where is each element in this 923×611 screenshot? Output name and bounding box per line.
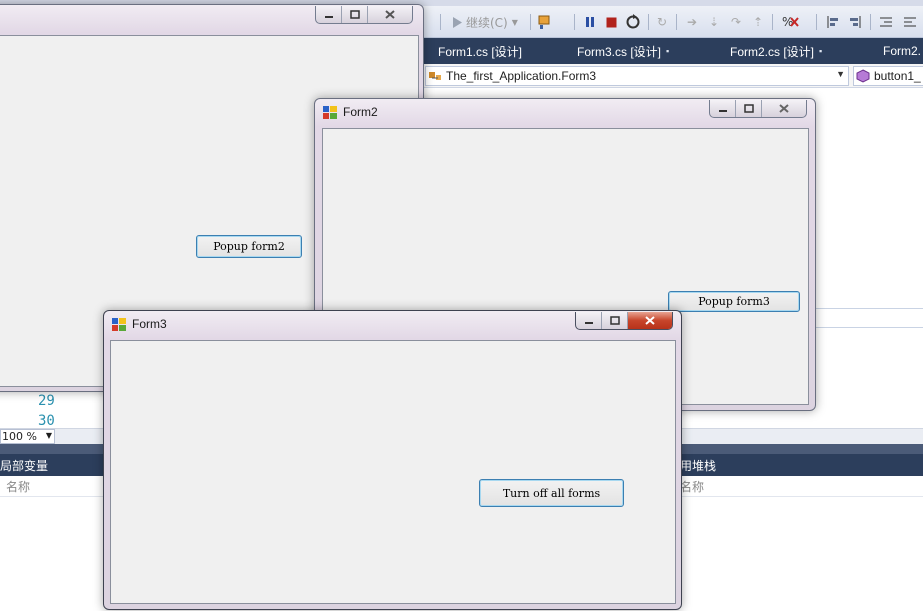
caption-buttons	[315, 6, 413, 24]
step-out-icon[interactable]: ↷	[728, 13, 744, 31]
form3-window[interactable]: Form3 Turn off all forms	[103, 310, 682, 610]
tab-form3-design[interactable]: Form3.cs [设计] ▪	[577, 38, 669, 64]
form-app-icon	[112, 318, 126, 331]
indent-icon[interactable]	[878, 13, 894, 31]
line-number: 29	[38, 393, 55, 409]
continue-label: 继续(C)	[466, 15, 508, 30]
stop-icon[interactable]	[603, 13, 619, 31]
divider	[800, 308, 923, 309]
toolbar-separator	[676, 14, 677, 30]
tab-form2-design[interactable]: Form2.cs [设计] ▪	[730, 38, 822, 64]
align-right-icon[interactable]	[846, 13, 864, 31]
maximize-button[interactable]	[736, 100, 762, 117]
callstack-panel-header: 用堆栈	[680, 454, 923, 476]
close-icon	[645, 316, 655, 325]
locals-panel-header: 局部变量	[0, 454, 104, 476]
line-number: 30	[38, 413, 55, 429]
toolbar-separator	[772, 14, 773, 30]
member-combo[interactable]: button1_	[853, 66, 923, 86]
tab-label: Form2.cs [设计]	[730, 44, 815, 59]
callstack-title: 用堆栈	[680, 458, 717, 473]
minimize-button[interactable]	[710, 100, 736, 117]
restart-icon[interactable]	[624, 13, 642, 31]
locals-column-header: 名称	[0, 476, 104, 497]
close-icon	[385, 10, 395, 19]
maximize-button[interactable]	[602, 312, 628, 329]
step-into-icon[interactable]: ➔	[684, 13, 700, 31]
step-up-icon[interactable]: ⇡	[750, 13, 766, 31]
step-over-icon[interactable]: ⇣	[706, 13, 722, 31]
pin-icon[interactable]: ▪	[819, 46, 822, 56]
close-button[interactable]	[368, 6, 412, 23]
minimize-icon	[324, 15, 333, 18]
maximize-icon	[349, 10, 360, 19]
close-button[interactable]	[762, 100, 806, 117]
toolbar-separator	[440, 14, 441, 30]
callstack-panel	[680, 497, 923, 611]
callstack-column-header: 名称	[680, 476, 923, 497]
toolbar-separator	[870, 14, 871, 30]
zoom-combo[interactable]: 100 % ▼	[0, 429, 55, 444]
member-combo-value: button1_	[874, 69, 921, 83]
toolbar-separator	[530, 14, 531, 30]
tab-form1-design[interactable]: Form1.cs [设计]	[438, 38, 522, 64]
name-column: 名称	[6, 479, 31, 494]
find-icon[interactable]	[536, 13, 554, 31]
close-button[interactable]	[628, 312, 672, 329]
form3-title: Form3	[132, 317, 167, 331]
class-icon	[429, 72, 441, 80]
tab-form2-code[interactable]: Form2.	[883, 38, 921, 64]
zoom-value: 100 %	[2, 430, 37, 443]
form3-client-area: Turn off all forms	[110, 340, 676, 604]
form2-title: Form2	[343, 105, 378, 119]
tab-label: Form3.cs [设计]	[577, 44, 662, 59]
minimize-button[interactable]	[576, 312, 602, 329]
maximize-button[interactable]	[342, 6, 368, 23]
form-app-icon	[323, 106, 337, 119]
tab-label: Form1.cs [设计]	[438, 44, 523, 59]
toolbar-separator	[574, 14, 575, 30]
code-navigation-bar: The_first_Application.Form3 ▼ button1_	[423, 64, 923, 88]
maximize-icon	[743, 104, 754, 113]
close-icon	[779, 104, 789, 113]
popup-form2-button[interactable]: Popup form2	[196, 235, 302, 258]
continue-button[interactable]: 继续(C) ▼	[452, 13, 518, 31]
locals-panel	[0, 497, 104, 611]
chevron-down-icon: ▼	[45, 431, 52, 440]
method-icon	[856, 69, 870, 83]
line-number-gutter: 29 30	[0, 390, 100, 429]
chevron-down-icon: ▼	[836, 69, 845, 79]
pin-icon[interactable]: ▪	[666, 46, 669, 56]
outdent-icon[interactable]	[902, 13, 918, 31]
caption-buttons	[709, 100, 807, 118]
exceptions-icon[interactable]: %	[780, 13, 800, 31]
align-left-icon[interactable]	[824, 13, 842, 31]
svg-text:%: %	[782, 15, 793, 29]
minimize-icon	[718, 109, 727, 112]
document-tab-bar: Form1.cs [设计] Form3.cs [设计] ▪ Form2.cs […	[423, 38, 923, 64]
toolbar-separator	[816, 14, 817, 30]
name-column: 名称	[680, 479, 705, 494]
toolbar-separator	[648, 14, 649, 30]
class-combo[interactable]: The_first_Application.Form3 ▼	[425, 66, 849, 86]
turn-off-all-forms-button[interactable]: Turn off all forms	[479, 479, 624, 507]
class-combo-value: The_first_Application.Form3	[446, 69, 597, 83]
caption-buttons	[575, 312, 673, 330]
popup-form3-button[interactable]: Popup form3	[668, 291, 800, 312]
show-next-statement-icon[interactable]: ↻	[654, 13, 670, 31]
maximize-icon	[609, 316, 620, 325]
divider	[800, 327, 923, 328]
minimize-icon	[584, 321, 593, 324]
pause-icon[interactable]	[582, 13, 598, 31]
minimize-button[interactable]	[316, 6, 342, 23]
locals-title: 局部变量	[0, 458, 49, 473]
tab-label: Form2.	[883, 44, 922, 58]
play-icon	[453, 16, 462, 28]
